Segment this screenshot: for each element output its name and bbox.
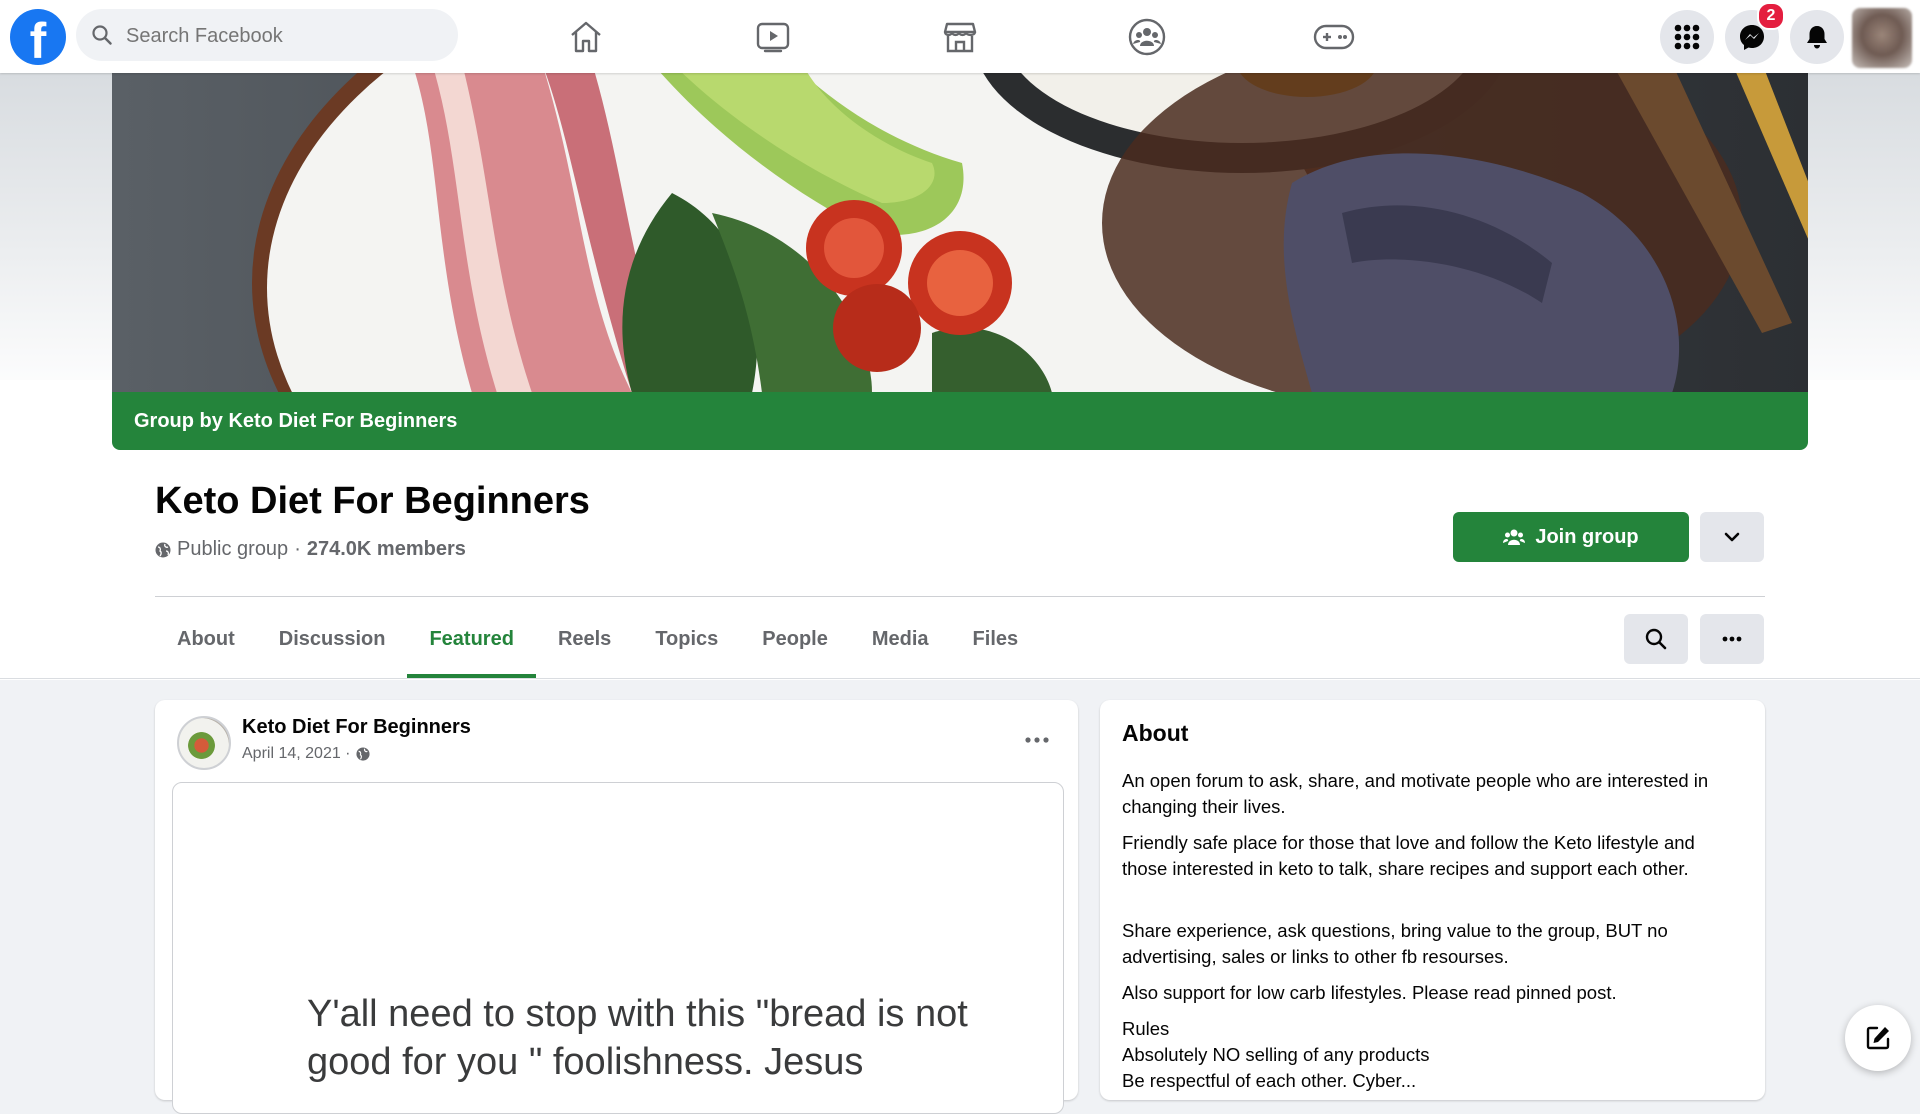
post-options-button[interactable] [1015, 718, 1059, 762]
more-options-button[interactable] [1700, 614, 1764, 664]
marketplace-nav-button[interactable] [905, 10, 1015, 64]
header-divider [155, 596, 1765, 597]
join-group-button[interactable]: Join group [1453, 512, 1689, 562]
more-dots-icon [1025, 737, 1049, 743]
chevron-down-icon [1724, 532, 1740, 542]
profile-avatar[interactable] [1852, 8, 1912, 68]
compose-icon [1866, 1026, 1890, 1050]
meta-separator: · [294, 538, 301, 560]
group-name[interactable]: Keto Diet For Beginners [155, 480, 590, 523]
post-image[interactable]: Y'all need to stop with this "bread is n… [172, 782, 1064, 1114]
rules-title: Rules [1122, 1018, 1170, 1039]
join-group-label: Join group [1535, 525, 1639, 548]
gaming-icon [1313, 24, 1355, 50]
home-icon [571, 21, 601, 53]
rule-item: Be respectful of each other. Cyber... [1122, 1070, 1417, 1091]
group-options-dropdown-button[interactable] [1700, 512, 1764, 562]
new-message-button[interactable] [1845, 1005, 1911, 1071]
group-privacy: Public group [177, 538, 289, 560]
tabs-bottom-border [0, 678, 1920, 679]
rule-item: Absolutely NO selling of any products [1122, 1044, 1430, 1065]
group-tabs: About Discussion Featured Reels Topics P… [155, 610, 1040, 678]
messenger-unread-badge: 2 [1757, 2, 1785, 30]
about-paragraph: Friendly safe place for those that love … [1122, 832, 1695, 879]
watch-nav-button[interactable] [718, 10, 828, 64]
group-meta: Public group · 274.0K members [155, 538, 466, 561]
search-icon [1645, 628, 1667, 650]
tab-files[interactable]: Files [951, 610, 1041, 678]
gaming-nav-button[interactable] [1279, 10, 1389, 64]
member-count[interactable]: 274.0K members [307, 538, 466, 561]
groups-icon [1128, 18, 1166, 56]
post-image-text: Y'all need to stop with this "bread is n… [307, 993, 968, 1083]
menu-button[interactable] [1660, 10, 1714, 64]
globe-icon [355, 747, 370, 761]
tab-media[interactable]: Media [850, 610, 951, 678]
globe-icon [155, 542, 171, 557]
marketplace-icon [943, 22, 977, 53]
groups-nav-button[interactable] [1092, 10, 1202, 64]
tab-discussion[interactable]: Discussion [257, 610, 408, 678]
search-input[interactable] [124, 9, 448, 63]
search-icon [92, 25, 112, 45]
tab-about[interactable]: About [155, 610, 257, 678]
post-author-name[interactable]: Keto Diet For Beginners [242, 716, 471, 739]
tab-topics[interactable]: Topics [633, 610, 740, 678]
messenger-button[interactable]: 2 [1725, 2, 1785, 64]
post-date-text: April 14, 2021 · [242, 745, 351, 762]
featured-post: Keto Diet For Beginners April 14, 2021 ·… [155, 700, 1078, 1114]
cover-photo[interactable] [112, 73, 1808, 393]
home-nav-button[interactable] [531, 10, 641, 64]
about-paragraph: Also support for low carb lifestyles. Pl… [1122, 982, 1617, 1003]
people-icon [1503, 529, 1526, 545]
about-paragraph: Share experience, ask questions, bring v… [1122, 920, 1668, 967]
grid-menu-icon [1674, 24, 1700, 50]
notifications-button[interactable] [1790, 10, 1844, 64]
group-search-button[interactable] [1624, 614, 1688, 664]
cover-food-image [112, 73, 1808, 393]
facebook-logo[interactable]: f [10, 9, 66, 65]
watch-icon [756, 22, 790, 53]
bell-icon [1807, 26, 1827, 49]
search-box[interactable] [76, 9, 458, 63]
about-paragraph: An open forum to ask, share, and motivat… [1122, 770, 1709, 817]
cover-label: Group by Keto Diet For Beginners [112, 392, 1808, 450]
more-dots-icon [1722, 636, 1742, 642]
about-title: About [1122, 720, 1189, 746]
tab-people[interactable]: People [740, 610, 850, 678]
about-card: About An open forum to ask, share, and m… [1100, 700, 1765, 1100]
tab-featured[interactable]: Featured [407, 610, 537, 678]
tab-reels[interactable]: Reels [536, 610, 633, 678]
top-navigation-bar: f Search Facebook 2 [0, 0, 1920, 73]
post-author-avatar[interactable] [177, 716, 231, 770]
post-timestamp[interactable]: April 14, 2021 · [242, 745, 370, 763]
